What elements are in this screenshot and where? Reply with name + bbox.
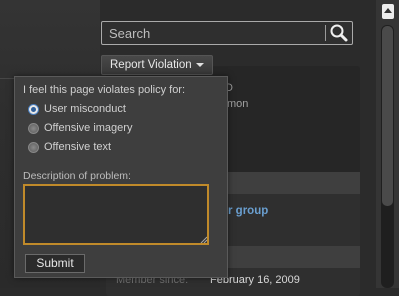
resize-grip-icon[interactable]: [200, 236, 207, 243]
report-popup: I feel this page violates policy for: Us…: [14, 76, 228, 278]
submit-button[interactable]: Submit: [25, 254, 85, 273]
option-label: User misconduct: [44, 103, 126, 115]
radio-button[interactable]: [28, 104, 39, 115]
report-violation-button[interactable]: Report Violation: [101, 55, 213, 75]
search-input[interactable]: [102, 22, 324, 44]
radio-button[interactable]: [28, 123, 39, 134]
radio-button[interactable]: [28, 142, 39, 153]
group-link[interactable]: r group: [228, 205, 268, 217]
option-label: Offensive text: [44, 141, 112, 153]
description-label: Description of problem:: [23, 170, 131, 182]
chevron-down-icon: [196, 63, 204, 67]
report-violation-label: Report Violation: [110, 59, 192, 71]
profile-partial-text: mon: [227, 98, 249, 110]
search-button[interactable]: [328, 23, 350, 43]
scroll-thumb[interactable]: [382, 26, 393, 206]
search-icon: [330, 24, 348, 42]
option-label: Offensive imagery: [44, 122, 133, 134]
scroll-up-arrow-icon[interactable]: [382, 4, 394, 19]
description-textarea[interactable]: [23, 184, 209, 245]
search-divider: [325, 25, 326, 41]
search-box: [101, 21, 353, 45]
popup-title: I feel this page violates policy for:: [23, 84, 186, 96]
